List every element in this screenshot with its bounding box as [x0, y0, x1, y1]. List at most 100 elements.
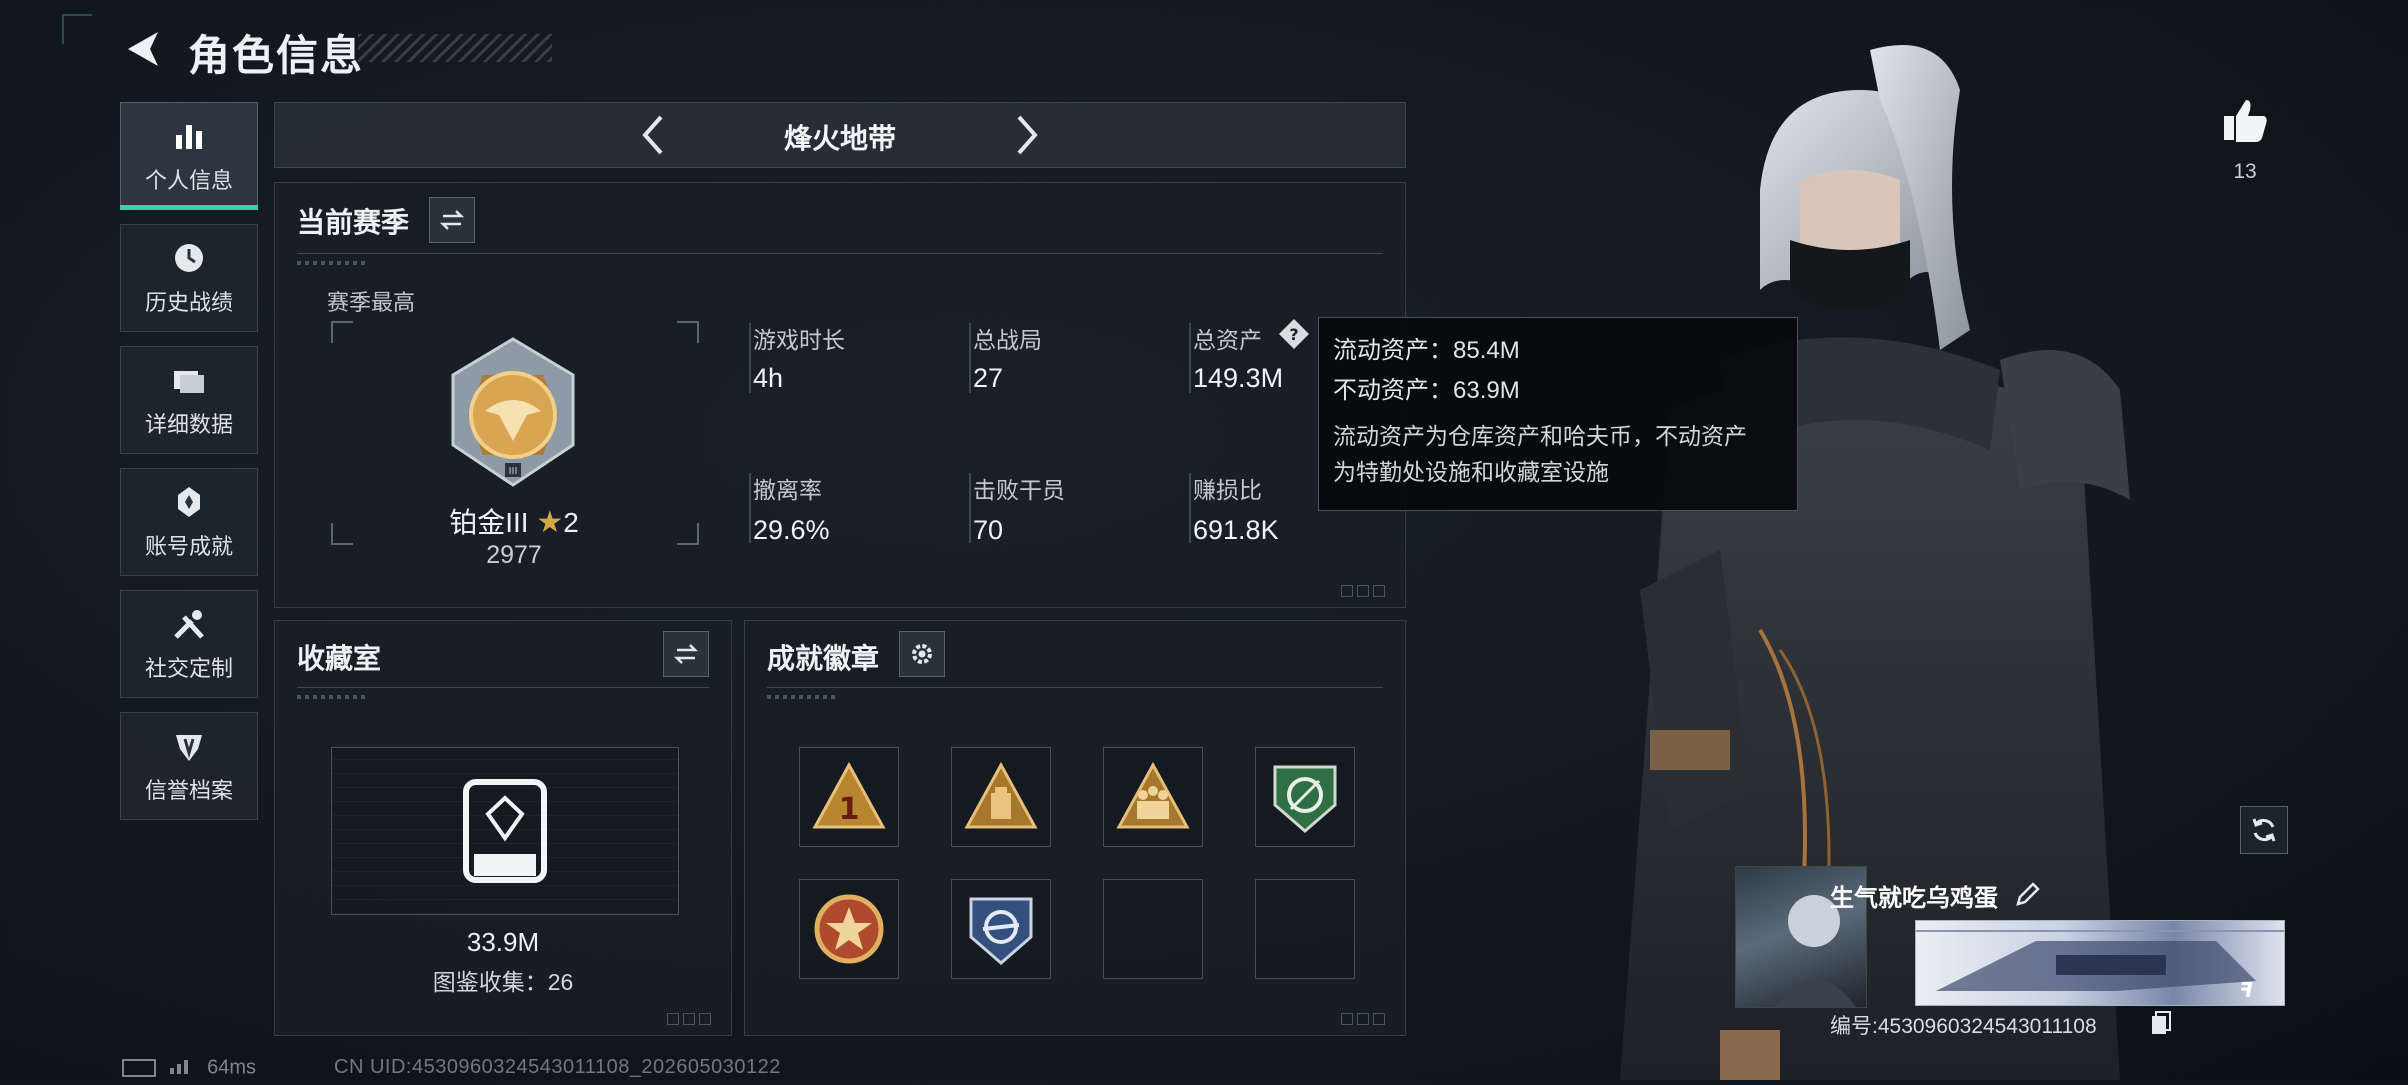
- season-best-label: 赛季最高: [327, 290, 416, 315]
- bar-chart-icon: [176, 125, 202, 149]
- tooltip-description-line1: 流动资产为仓库资产和哈夫币，不动资产: [1333, 423, 1747, 449]
- rank-stars: 2: [563, 507, 579, 538]
- svg-text:ꟻ: ꟻ: [2239, 978, 2253, 1002]
- badge-slot[interactable]: [951, 879, 1051, 979]
- season-switch-button[interactable]: [429, 197, 475, 243]
- star-medal-badge-icon: [814, 894, 884, 964]
- corner-squares-decoration: [667, 1013, 711, 1025]
- player-name: 生气就吃乌鸡蛋: [1830, 885, 1998, 912]
- badge-slot[interactable]: [951, 747, 1051, 847]
- collection-title: 收藏室: [297, 643, 382, 674]
- stat-label-profit-ratio: 赚损比: [1193, 477, 1262, 503]
- stat-label-playtime: 游戏时长: [753, 327, 845, 353]
- season-title: 当前赛季: [297, 207, 410, 238]
- ping-value: 64ms: [207, 1056, 257, 1079]
- badge-slot-empty[interactable]: [1255, 879, 1355, 979]
- sidebar-item-social[interactable]: 社交定制: [120, 590, 258, 698]
- sidebar-item-label: 社交定制: [144, 656, 233, 681]
- corner-decoration: [62, 14, 92, 44]
- star-icon: ★: [536, 506, 564, 539]
- status-bar: 64ms: [122, 1056, 256, 1080]
- frame-corner: [331, 321, 353, 343]
- clock-icon: [175, 244, 203, 272]
- stat-divider: [749, 323, 751, 393]
- assets-tooltip: 流动资产：85.4M 不动资产：63.9M 流动资产为仓库资产和哈夫币，不动资产…: [1318, 317, 1798, 511]
- collection-display[interactable]: [331, 747, 679, 915]
- sidebar-item-label: 账号成就: [144, 534, 233, 559]
- squad-badge-icon: [1116, 761, 1190, 829]
- stat-label-extract-rate: 撤离率: [753, 477, 822, 503]
- sidebar-item-label: 详细数据: [144, 412, 233, 437]
- shield-icon: [176, 735, 202, 761]
- battery-icon: [122, 1059, 156, 1077]
- stat-label-total-assets: 总资产: [1193, 327, 1262, 353]
- edit-pencil-icon[interactable]: [2014, 880, 2042, 908]
- sidebar-item-history[interactable]: 历史战绩: [120, 224, 258, 332]
- copy-icon[interactable]: [2150, 1010, 2172, 1036]
- stat-value-kills: 70: [973, 515, 1004, 545]
- dots-decoration: [767, 695, 835, 699]
- season-panel: 当前赛季 赛季最高 III 铂金III ★2 2977 游戏时长 4h 总战局 …: [274, 182, 1406, 608]
- refresh-icon: [2252, 818, 2276, 842]
- sidebar-item-reputation[interactable]: 信誉档案: [120, 712, 258, 820]
- stat-value-playtime: 4h: [753, 363, 784, 393]
- sidebar-item-personal-info[interactable]: 个人信息: [120, 102, 258, 210]
- stat-divider: [1189, 473, 1191, 543]
- svg-text:III: III: [509, 466, 518, 477]
- swap-icon: [673, 644, 699, 664]
- badges-settings-button[interactable]: [899, 631, 945, 677]
- collection-panel: 收藏室 33.9M 图鉴收集：26: [274, 620, 732, 1036]
- sidebar-item-details[interactable]: 详细数据: [120, 346, 258, 454]
- page-title: 角色信息: [188, 32, 365, 79]
- rank-name: 铂金III: [449, 507, 529, 538]
- swap-icon: [439, 210, 465, 230]
- tooltip-liquid-assets: 流动资产：85.4M: [1333, 337, 1520, 364]
- divider: [767, 687, 1383, 688]
- sidebar-item-achievements[interactable]: 账号成就: [120, 468, 258, 576]
- badge-slot[interactable]: [1255, 747, 1355, 847]
- title-stripe-decoration: [358, 34, 552, 62]
- stat-label-kills: 击败干员: [973, 477, 1065, 503]
- badge-slot-empty[interactable]: [1103, 879, 1203, 979]
- tooltip-description-line2: 为特勤处设施和收藏室设施: [1333, 459, 1609, 485]
- player-id-text: 编号:4530960324543011108: [1830, 1015, 2097, 1038]
- stat-divider: [969, 473, 971, 543]
- mode-selector: 烽火地带: [274, 102, 1406, 168]
- badge-slot[interactable]: 1: [799, 747, 899, 847]
- rank-score: 2977: [486, 541, 542, 569]
- name-card-banner[interactable]: ꟻ: [1915, 920, 2285, 1006]
- dots-decoration: [297, 695, 365, 699]
- svg-text:1: 1: [839, 792, 860, 827]
- stat-value-profit-ratio: 691.8K: [1193, 515, 1279, 545]
- stat-label-matches: 总战局: [973, 327, 1042, 353]
- badge-slot[interactable]: [799, 879, 899, 979]
- sidebar-item-label: 信誉档案: [144, 778, 233, 803]
- badges-title: 成就徽章: [767, 643, 880, 674]
- refresh-button[interactable]: [2240, 806, 2288, 854]
- tooltip-fixed-assets: 不动资产：63.9M: [1333, 377, 1520, 404]
- corner-squares-decoration: [1341, 1013, 1385, 1025]
- folder-icon: [174, 371, 204, 393]
- rank-one-badge-icon: 1: [812, 761, 886, 829]
- stat-divider: [1189, 323, 1191, 393]
- collection-switch-button[interactable]: [663, 631, 709, 677]
- supply-badge-icon: [964, 761, 1038, 829]
- uid-text: CN UID:4530960324543011108_202605030122: [334, 1056, 781, 1078]
- target-shield-badge-icon: [1273, 765, 1337, 833]
- mode-label: 烽火地带: [783, 123, 896, 154]
- frame-corner: [677, 321, 699, 343]
- next-mode-arrow-icon[interactable]: [1007, 111, 1047, 159]
- player-id: 编号:4530960324543011108: [1830, 1010, 2097, 1040]
- achievement-icon: [178, 487, 200, 517]
- platinum-rank-emblem-icon: III: [423, 335, 603, 495]
- prev-mode-arrow-icon[interactable]: [633, 111, 673, 159]
- stat-divider: [749, 473, 751, 543]
- badge-slot[interactable]: [1103, 747, 1203, 847]
- svg-text:?: ?: [1289, 325, 1298, 344]
- blue-shield-badge-icon: [969, 897, 1033, 965]
- rank-name-row: 铂金III ★2: [331, 501, 697, 541]
- help-icon[interactable]: ?: [1277, 317, 1311, 351]
- stat-divider: [969, 323, 971, 393]
- back-arrow-icon[interactable]: [118, 24, 168, 74]
- thumbs-up-icon[interactable]: [2220, 96, 2270, 146]
